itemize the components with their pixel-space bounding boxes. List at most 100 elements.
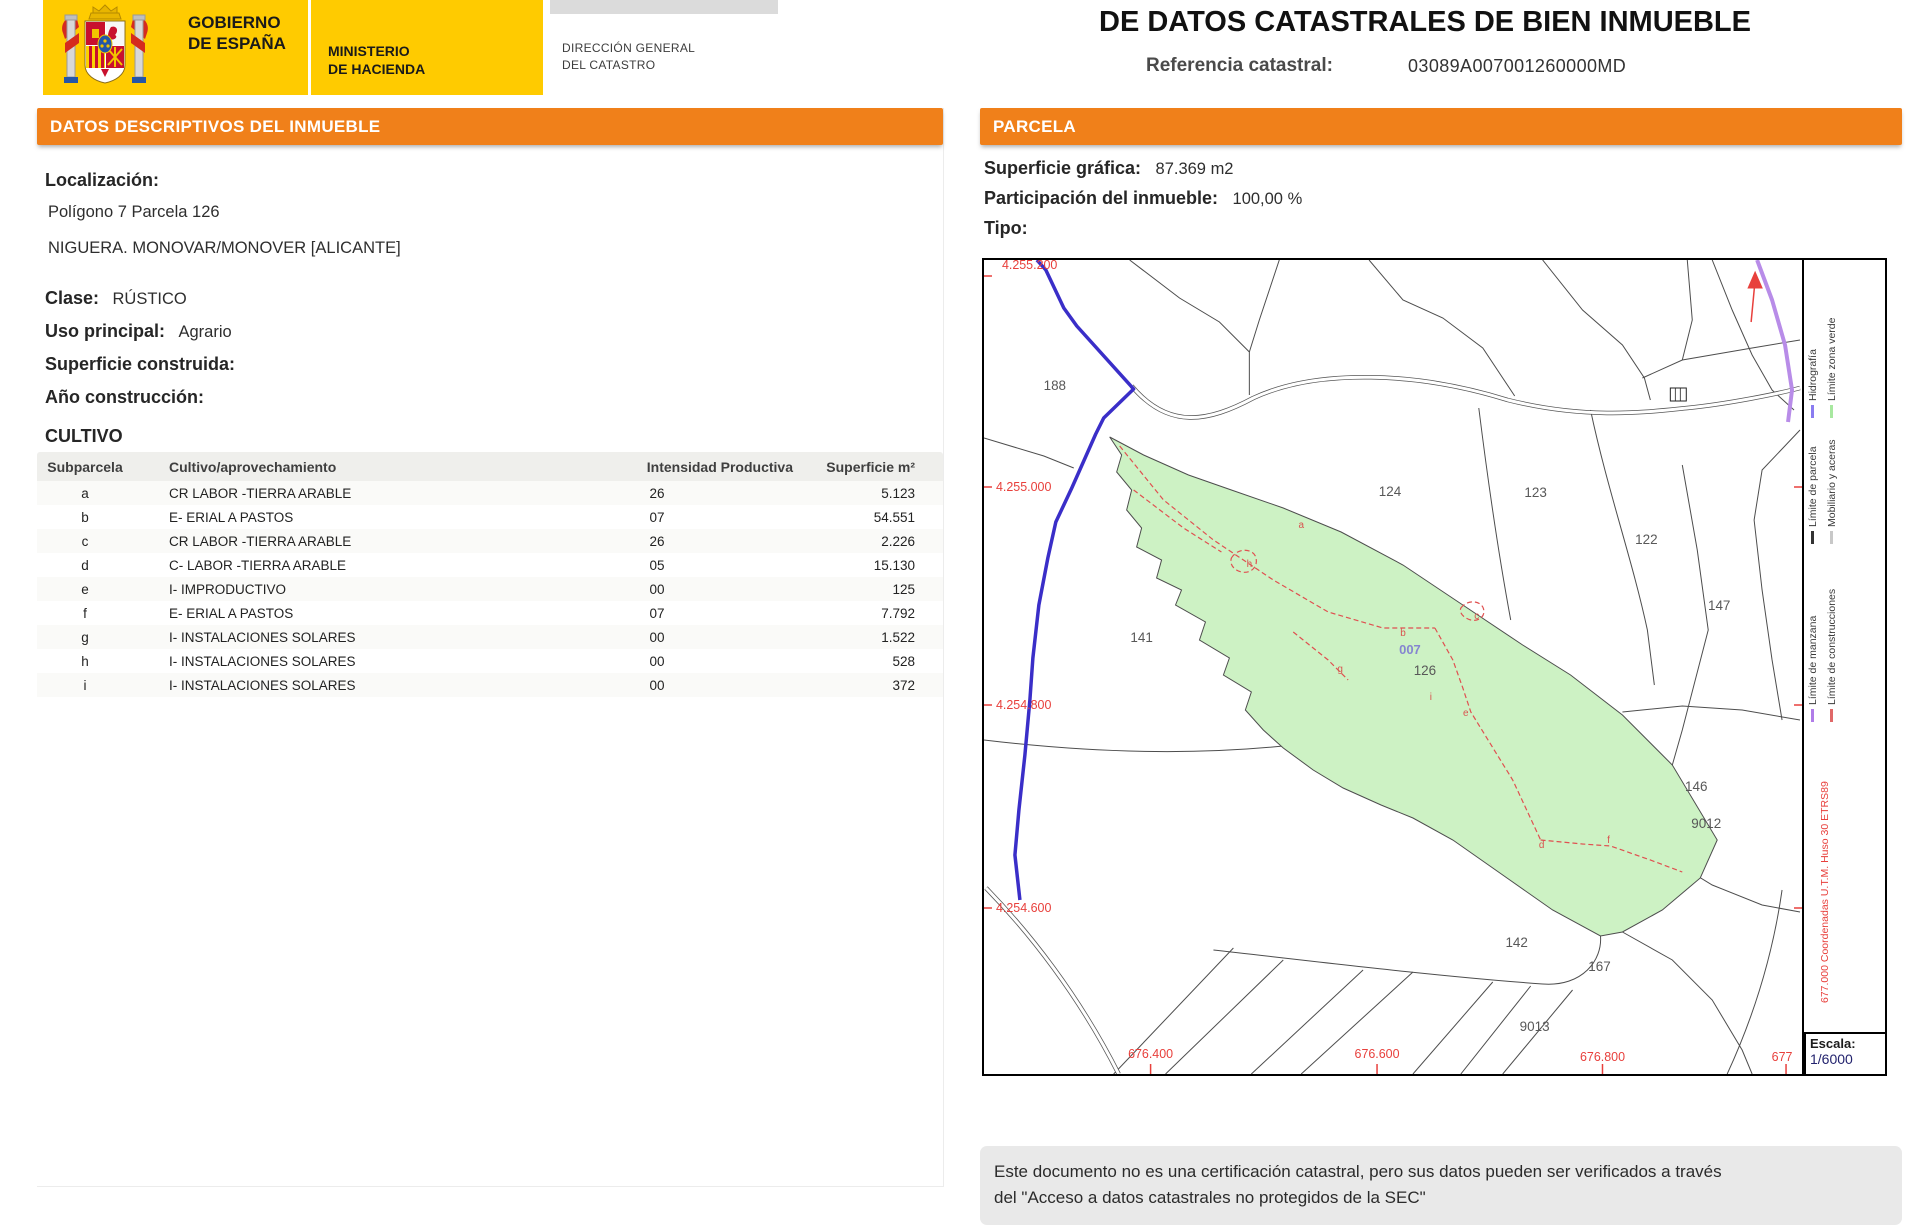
plabel-text: 124: [1379, 484, 1402, 499]
legend-item: Límite de construcciones: [1826, 589, 1838, 722]
slabel-text: d: [1539, 840, 1545, 851]
coord-text: 4.255.000: [996, 480, 1051, 494]
slabel-text: c: [1474, 611, 1479, 622]
plabel-text: 123: [1524, 485, 1546, 500]
legend-item: Hidrografía: [1807, 349, 1819, 418]
highlighted-parcel-green: [1110, 437, 1718, 936]
superficie-grafica-label: Superficie gráfica:: [984, 158, 1141, 178]
plabel-text: 147: [1708, 598, 1730, 613]
localizacion-line2: NIGUERA. MONOVAR/MONOVER [ALICANTE]: [48, 239, 401, 258]
participacion-label: Participación del inmueble:: [984, 188, 1218, 208]
plabel-text: 126: [1414, 663, 1436, 678]
referencia-catastral-value: 03089A007001260000MD: [1408, 56, 1626, 77]
plabel-text: 141: [1130, 630, 1152, 645]
plabel-text: 9012: [1691, 816, 1721, 831]
escala-label: Escala:: [1810, 1036, 1885, 1051]
utm-coordinates-note: 677.000 Coordenadas U.T.M. Huso 30 ETRS8…: [1819, 781, 1831, 1003]
parcela-panel: PARCELA Superficie gráfica: 87.369 m2 Pa…: [980, 108, 1902, 1200]
table-row: g I- INSTALACIONES SOLARES 00 1.522: [37, 625, 943, 649]
table-row: e I- IMPRODUCTIVO 00 125: [37, 577, 943, 601]
datos-descriptivos-panel: DATOS DESCRIPTIVOS DEL INMUEBLE Localiza…: [37, 108, 944, 1187]
legend-swatch-icon: [1811, 709, 1814, 722]
clase-row: Clase: RÚSTICO: [45, 288, 187, 309]
header-gray-strip: [550, 0, 778, 14]
uso-principal-value: Agrario: [178, 323, 231, 341]
coord-text: 4.255.200: [1002, 260, 1057, 272]
clase-label: Clase:: [45, 288, 99, 308]
logo-separator: [308, 0, 311, 95]
anio-construccion-label: Año construcción:: [45, 387, 204, 408]
slabel-text: e: [1463, 708, 1469, 719]
cultivo-table-body: a CR LABOR -TIERRA ARABLE 26 5.123 b E- …: [37, 481, 943, 697]
uso-row: Uso principal: Agrario: [45, 321, 232, 342]
hydrography-line: [1015, 260, 1134, 900]
superficie-grafica-value: 87.369 m2: [1156, 160, 1234, 178]
gobierno-label: GOBIERNODE ESPAÑA: [188, 12, 286, 55]
coord-text: 676.600: [1355, 1047, 1400, 1061]
localizacion-label: Localización:: [45, 170, 159, 191]
referencia-catastral-label: Referencia catastral:: [1146, 55, 1333, 77]
disclaimer-note: Este documento no es una certificación c…: [980, 1146, 1902, 1225]
legend-swatch-icon: [1830, 709, 1833, 722]
cadastral-map: 18812412312214114712614690121421679013ah…: [982, 258, 1887, 1076]
plabel-text: 142: [1505, 935, 1527, 950]
col-subparcela: Subparcela: [37, 459, 133, 475]
coord-text: 4.254.600: [996, 901, 1051, 915]
coord-text: 4.254.800: [996, 698, 1051, 712]
legend-swatch-icon: [1811, 531, 1814, 544]
col-cultivo: Cultivo/aprovechamiento: [133, 459, 493, 475]
coord-text: 676.400: [1128, 1047, 1173, 1061]
slabel-text: g: [1337, 664, 1343, 675]
government-logo-box: [43, 0, 543, 95]
hlabel-text: 007: [1399, 642, 1421, 657]
table-row: d C- LABOR -TIERRA ARABLE 05 15.130: [37, 553, 943, 577]
building-icon: [1670, 388, 1686, 401]
table-row: h I- INSTALACIONES SOLARES 00 528: [37, 649, 943, 673]
cultivo-title: CULTIVO: [45, 426, 123, 447]
escala-value: 1/6000: [1810, 1051, 1885, 1067]
table-row: c CR LABOR -TIERRA ARABLE 26 2.226: [37, 529, 943, 553]
slabel-text: i: [1430, 692, 1432, 703]
table-row: a CR LABOR -TIERRA ARABLE 26 5.123: [37, 481, 943, 505]
coord-text: 677: [1772, 1050, 1793, 1064]
cultivo-table-header: Subparcela Cultivo/aprovechamiento Inten…: [37, 452, 943, 481]
escala-box: Escala: 1/6000: [1804, 1032, 1885, 1074]
datos-descriptivos-header: DATOS DESCRIPTIVOS DEL INMUEBLE: [37, 108, 943, 145]
superficie-construida-label: Superficie construida:: [45, 354, 235, 375]
tipo-label: Tipo:: [984, 218, 1028, 239]
participacion-value: 100,00 %: [1233, 190, 1303, 208]
parcela-header: PARCELA: [980, 108, 1902, 145]
plabel-text: 122: [1635, 532, 1657, 547]
superficie-grafica-row: Superficie gráfica: 87.369 m2: [984, 158, 1234, 179]
legend-item: Límite de parcela: [1807, 446, 1819, 544]
legend-item: Límite de manzana: [1807, 616, 1819, 722]
col-superficie: Superficie m²: [793, 459, 943, 475]
col-intensidad: Intensidad Productiva: [493, 459, 793, 475]
map-legend-strip: 677.000 Coordenadas U.T.M. Huso 30 ETRS8…: [1802, 260, 1885, 1074]
legend-swatch-icon: [1811, 405, 1814, 418]
slabel-text: h: [1247, 559, 1253, 570]
direccion-general-label: DIRECCIÓN GENERALDEL CATASTRO: [562, 40, 695, 75]
north-arrow-icon: [1748, 272, 1762, 322]
table-row: f E- ERIAL A PASTOS 07 7.792: [37, 601, 943, 625]
uso-principal-label: Uso principal:: [45, 321, 165, 341]
plabel-text: 188: [1044, 378, 1066, 393]
table-row: i I- INSTALACIONES SOLARES 00 372: [37, 673, 943, 697]
ministerio-label: MINISTERIODE HACIENDA: [328, 42, 425, 78]
legend-swatch-icon: [1830, 531, 1833, 544]
legend-item: Mobiliario y aceras: [1826, 439, 1838, 544]
slabel-text: b: [1400, 628, 1406, 639]
participacion-row: Participación del inmueble: 100,00 %: [984, 188, 1302, 209]
plabel-text: 167: [1588, 959, 1610, 974]
legend-swatch-icon: [1830, 405, 1833, 418]
localizacion-line1: Polígono 7 Parcela 126: [48, 203, 220, 222]
plabel-text: 9013: [1520, 1019, 1550, 1034]
cadastral-document-page: { "header": { "gobierno": {"line1": "GOB…: [0, 0, 1920, 1200]
cultivo-table: Subparcela Cultivo/aprovechamiento Inten…: [37, 452, 943, 697]
plabel-text: 146: [1685, 779, 1707, 794]
table-row: b E- ERIAL A PASTOS 07 54.551: [37, 505, 943, 529]
spain-coat-of-arms-icon: [55, 3, 155, 93]
page-title: DE DATOS CATASTRALES DE BIEN INMUEBLE: [980, 6, 1870, 39]
cadastral-map-drawing: 18812412312214114712614690121421679013ah…: [984, 260, 1802, 1074]
legend-item: Límite zona verde: [1826, 318, 1838, 418]
